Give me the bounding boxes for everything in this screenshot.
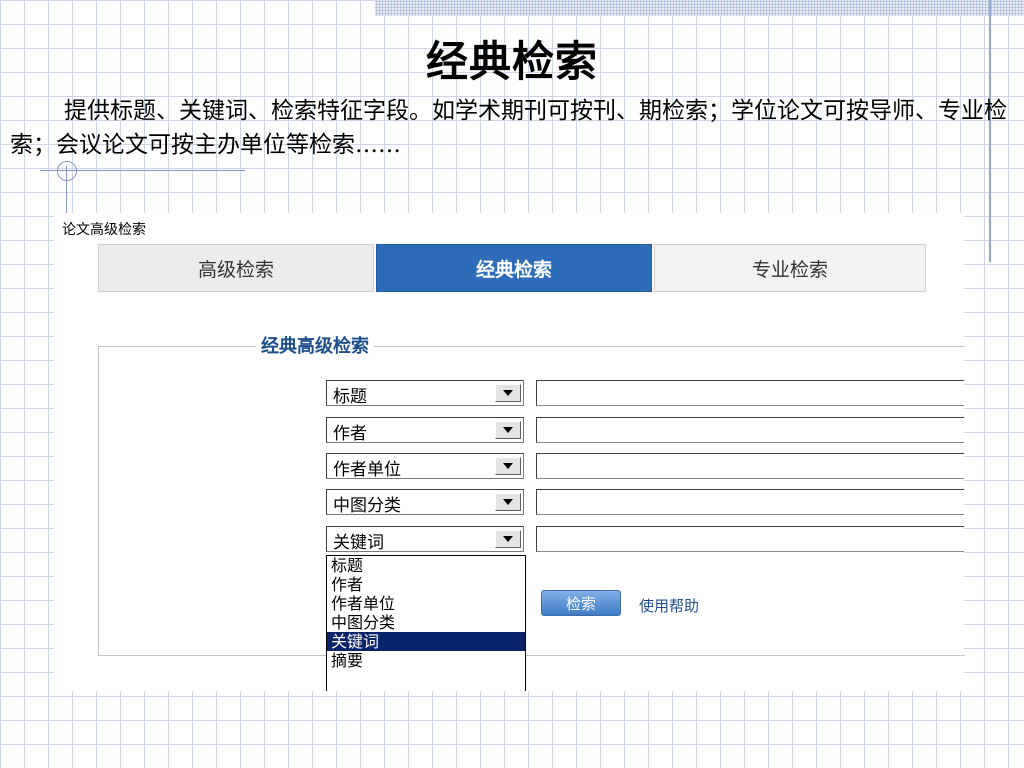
dropdown-option-author[interactable]: 作者 xyxy=(327,575,525,594)
panel-title: 论文高级检索 xyxy=(62,222,146,238)
help-link[interactable]: 使用帮助 xyxy=(639,595,699,616)
tab-professional-search[interactable]: 专业检索 xyxy=(654,244,926,292)
tab-classic-search[interactable]: 经典检索 xyxy=(376,244,652,292)
slide-description: 提供标题、关键词、检索特征字段。如学术期刊可按刊、期检索；学位论文可按导师、专业… xyxy=(10,98,1007,158)
field-input-1[interactable] xyxy=(536,380,964,406)
field-select-1-value: 标题 xyxy=(333,387,367,407)
field-select-2-value: 作者 xyxy=(333,424,367,444)
field-select-5-value: 关键词 xyxy=(333,533,384,553)
chevron-down-icon[interactable] xyxy=(495,493,521,511)
field-input-2[interactable] xyxy=(536,417,964,443)
chevron-down-icon[interactable] xyxy=(495,421,521,439)
fieldset-legend: 经典高级检索 xyxy=(256,332,374,358)
top-decorative-band xyxy=(375,0,1024,16)
field-select-2[interactable]: 作者 xyxy=(326,417,524,444)
field-select-3[interactable]: 作者单位 xyxy=(326,453,524,480)
field-select-5[interactable]: 关键词 xyxy=(326,526,524,553)
dropdown-option-keyword[interactable]: 关键词 xyxy=(327,632,525,651)
search-button[interactable]: 检索 xyxy=(541,590,621,616)
decorative-circle-icon xyxy=(57,161,77,181)
field-select-4[interactable]: 中图分类 xyxy=(326,489,524,516)
dropdown-option-abstract[interactable]: 摘要 xyxy=(327,651,525,670)
dropdown-option-title[interactable]: 标题 xyxy=(327,556,525,575)
field-input-5[interactable] xyxy=(536,526,964,552)
field-dropdown-list[interactable]: 标题 作者 作者单位 中图分类 关键词 摘要 xyxy=(326,555,526,691)
field-input-4[interactable] xyxy=(536,489,964,515)
field-select-1[interactable]: 标题 xyxy=(326,380,524,407)
slide-title: 经典检索 xyxy=(425,37,598,86)
chevron-down-icon[interactable] xyxy=(495,530,521,548)
dropdown-option-affiliation[interactable]: 作者单位 xyxy=(327,594,525,613)
chevron-down-icon[interactable] xyxy=(495,384,521,402)
tab-advanced-search[interactable]: 高级检索 xyxy=(98,244,374,292)
chevron-down-icon[interactable] xyxy=(495,457,521,475)
field-select-4-value: 中图分类 xyxy=(333,496,401,516)
field-input-3[interactable] xyxy=(536,453,964,479)
field-select-3-value: 作者单位 xyxy=(333,460,401,480)
dropdown-option-classification[interactable]: 中图分类 xyxy=(327,613,525,632)
search-panel-screenshot: 论文高级检索 高级检索 经典检索 专业检索 经典高级检索 标题 作者 作者单位 … xyxy=(54,213,965,691)
